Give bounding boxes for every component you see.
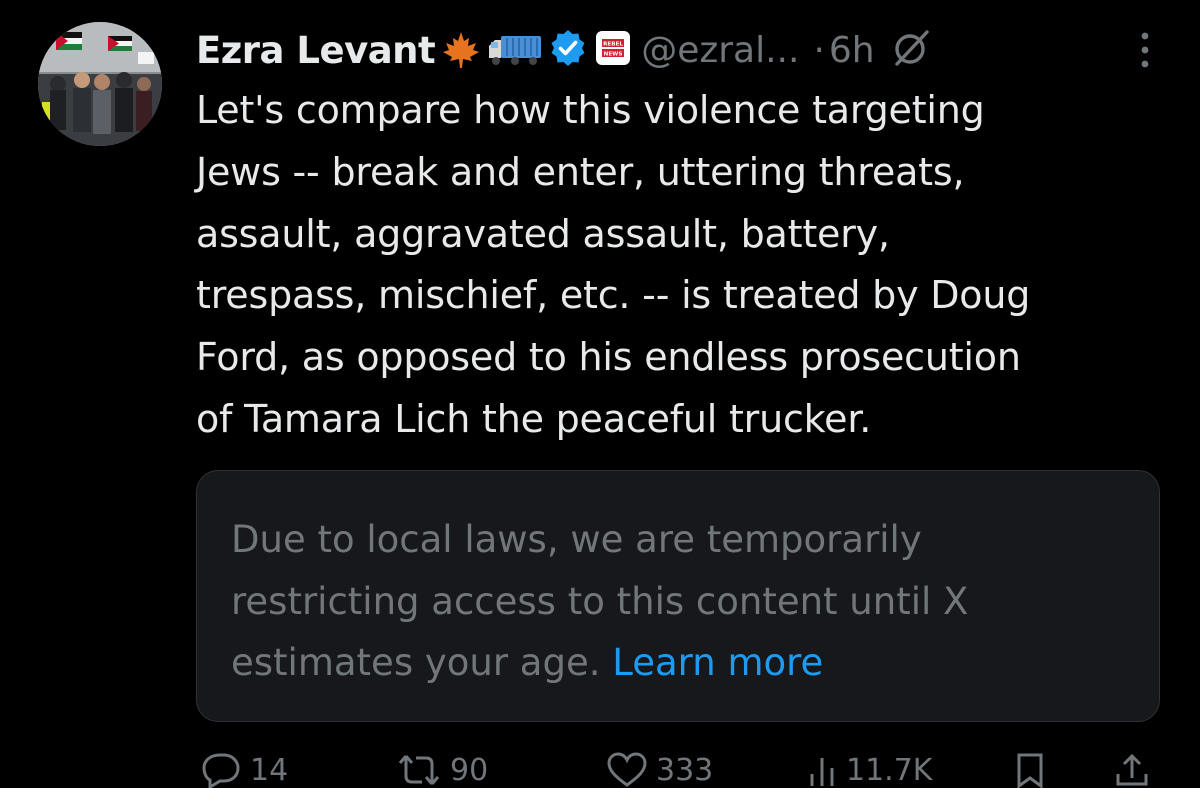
tweet-header: Ezra Levant REBEL NEWS @ezral... · 6h bbox=[196, 22, 1156, 78]
avatar[interactable] bbox=[38, 22, 162, 146]
svg-text:REBEL: REBEL bbox=[603, 42, 623, 48]
avatar-photo bbox=[38, 22, 162, 146]
tweet-text: Let's compare how this violence targetin… bbox=[196, 88, 1031, 441]
notice-message: Due to local laws, we are temporarily re… bbox=[231, 518, 969, 684]
verified-badge-icon[interactable] bbox=[549, 29, 587, 71]
views-count: 11.7K bbox=[846, 752, 933, 788]
more-options-icon[interactable] bbox=[1138, 30, 1152, 74]
repost-button[interactable]: 90 bbox=[396, 752, 488, 788]
separator-dot: · bbox=[813, 29, 825, 71]
display-name[interactable]: Ezra Levant bbox=[196, 29, 436, 72]
share-button[interactable] bbox=[1114, 752, 1150, 788]
reply-icon bbox=[202, 753, 240, 788]
post-time[interactable]: 6h bbox=[829, 30, 875, 71]
notice-text: Due to local laws, we are temporarily re… bbox=[231, 509, 1131, 694]
like-button[interactable]: 333 bbox=[606, 752, 713, 788]
truck-emoji bbox=[487, 30, 543, 70]
maple-leaf-emoji bbox=[441, 30, 481, 70]
heart-icon bbox=[607, 752, 647, 787]
rebel-news-affiliate-icon[interactable]: REBEL NEWS bbox=[595, 30, 631, 70]
repost-count: 90 bbox=[450, 752, 489, 788]
share-icon bbox=[1116, 753, 1148, 786]
bookmark-icon bbox=[1017, 753, 1043, 788]
like-count: 333 bbox=[656, 752, 714, 788]
author-handle[interactable]: @ezral... bbox=[641, 30, 799, 71]
age-restriction-notice: Due to local laws, we are temporarily re… bbox=[196, 470, 1160, 722]
grok-icon[interactable] bbox=[891, 28, 931, 72]
learn-more-link[interactable]: Learn more bbox=[612, 641, 823, 684]
repost-icon bbox=[398, 755, 440, 785]
svg-text:NEWS: NEWS bbox=[604, 52, 623, 58]
views-button[interactable]: 11.7K bbox=[808, 752, 932, 788]
reply-count: 14 bbox=[250, 752, 289, 788]
reply-button[interactable]: 14 bbox=[200, 752, 288, 788]
views-icon bbox=[810, 758, 834, 786]
bookmark-button[interactable] bbox=[1014, 752, 1046, 788]
action-bar: 14 90 333 11.7K bbox=[196, 752, 1160, 788]
